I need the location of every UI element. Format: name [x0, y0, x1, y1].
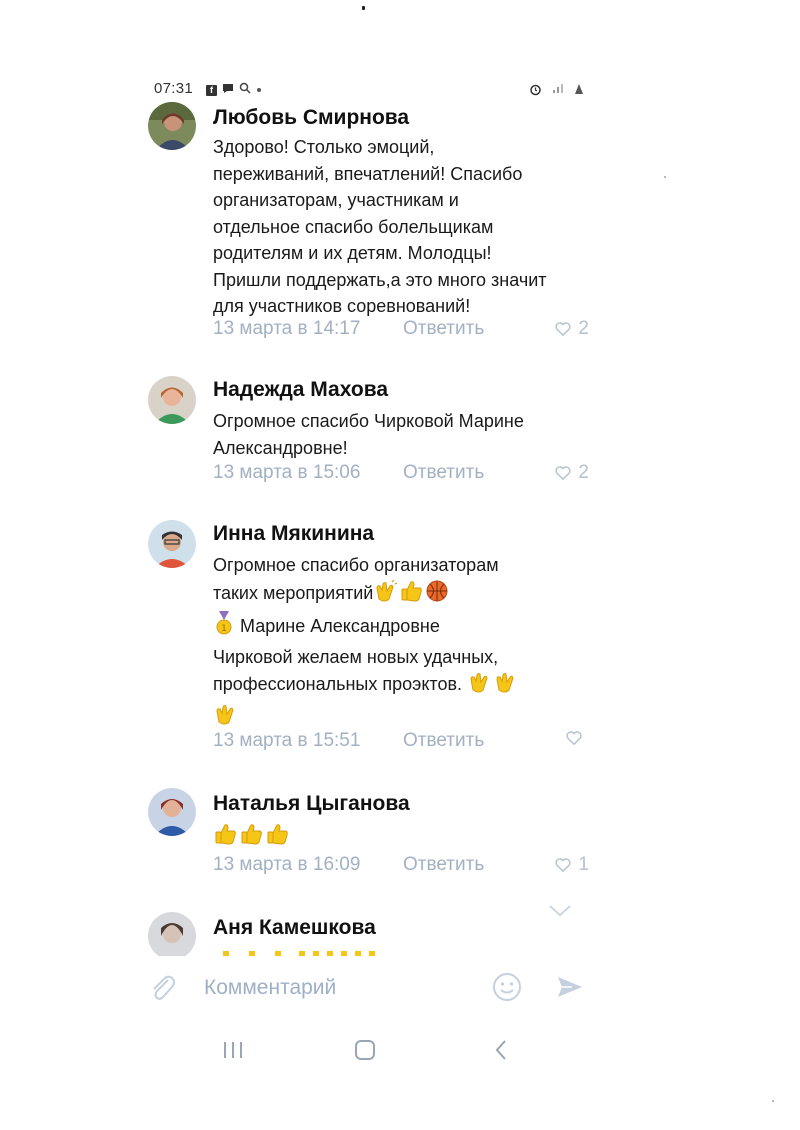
comment-text-line: таких мероприятий: [213, 579, 603, 611]
paperclip-icon[interactable]: [148, 972, 176, 1004]
thumbs-up-icon: [213, 822, 239, 854]
status-icons-right: [529, 82, 584, 100]
comment-text-partial: [213, 944, 413, 956]
comment-meta: 13 марта в 16:09 Ответить 1: [213, 854, 589, 880]
basketball-icon: [425, 579, 449, 611]
comment-meta: 13 марта в 14:17 Ответить 2: [213, 318, 589, 344]
search-icon: [239, 82, 251, 98]
comment-author[interactable]: Любовь Смирнова: [213, 106, 409, 130]
status-time: 07:31: [154, 80, 194, 97]
comment-text-line: Огромное спасибо организаторам: [213, 555, 499, 575]
comment-text-line: 1 Марине Александровне: [213, 610, 603, 644]
comment-date[interactable]: 13 марта в 15:51: [213, 730, 360, 752]
avatar[interactable]: [148, 102, 196, 150]
comment-date[interactable]: 13 марта в 15:06: [213, 462, 360, 484]
comment-item: Наталья Цыганова 13 марта в 16:09 Ответи…: [148, 788, 598, 888]
comment-text-segment: профессиональных проэктов.: [213, 674, 463, 694]
avatar[interactable]: [148, 788, 196, 836]
dot-icon: [256, 83, 262, 97]
back-icon[interactable]: [494, 1039, 508, 1061]
avatar[interactable]: [148, 520, 196, 568]
scan-speck: [362, 6, 365, 10]
comment-input[interactable]: [202, 972, 466, 1004]
recent-apps-icon[interactable]: [222, 1040, 244, 1060]
like-button[interactable]: 1: [554, 854, 589, 876]
avatar[interactable]: [148, 376, 196, 424]
reply-button[interactable]: Ответить: [403, 730, 484, 752]
alarm-icon: [529, 83, 542, 100]
comment-meta: 13 марта в 15:51 Ответить: [213, 730, 589, 756]
like-button[interactable]: 2: [554, 318, 589, 340]
comment-text-line: [213, 702, 603, 734]
smile-icon[interactable]: [492, 972, 522, 1002]
comment-item: Надежда Махова Огромное спасибо Чирковой…: [148, 376, 598, 496]
chat-icon: [222, 83, 234, 98]
comment-text: Огромное спасибо организаторам таких мер…: [213, 552, 603, 733]
facebook-icon: f: [206, 84, 217, 96]
like-count: 2: [578, 318, 589, 339]
signal-icon: [552, 82, 564, 100]
like-button[interactable]: [565, 730, 589, 746]
heart-icon: [566, 731, 582, 746]
comment-author[interactable]: Надежда Махова: [213, 378, 388, 402]
reply-button[interactable]: Ответить: [403, 318, 484, 340]
clapping-hands-icon: [213, 702, 239, 734]
home-icon[interactable]: [354, 1039, 376, 1061]
avatar[interactable]: [148, 912, 196, 956]
comment-text-segment: таких мероприятий: [213, 582, 374, 603]
comment-text: Огромное спасибо Чирковой Марине Алексан…: [213, 411, 524, 458]
comment-text-segment: Марине Александровне: [240, 616, 440, 636]
clapping-hands-icon: [373, 579, 399, 611]
comment-date[interactable]: 13 марта в 16:09: [213, 854, 360, 876]
reply-button[interactable]: Ответить: [403, 462, 484, 484]
comment-date[interactable]: 13 марта в 14:17: [213, 318, 360, 340]
thumbs-up-icon: [239, 822, 265, 854]
send-icon[interactable]: [556, 974, 584, 1000]
comment-item: Инна Мякинина Огромное спасибо организат…: [148, 520, 598, 760]
scan-dot: [664, 176, 666, 178]
comment-input-bar: [148, 968, 588, 1008]
reply-button[interactable]: Ответить: [403, 854, 484, 876]
status-icons-left: f: [206, 82, 262, 98]
clapping-hands-icon: [467, 670, 493, 702]
comment-text-line: Чирковой желаем новых удачных,: [213, 646, 499, 667]
heart-icon: [555, 322, 572, 337]
comment-text: [213, 822, 603, 854]
heart-icon: [555, 466, 572, 481]
clapping-hands-icon: [493, 670, 519, 702]
comment-item: Любовь Смирнова Здорово! Столько эмоций,…: [148, 100, 598, 350]
comment-text-line: профессиональных проэктов.: [213, 670, 603, 702]
comment-item: Аня Камешкова: [148, 912, 598, 956]
thumbs-up-icon: [399, 579, 425, 611]
like-count: 1: [578, 854, 589, 875]
like-count: 2: [578, 462, 589, 483]
comment-author[interactable]: Аня Камешкова: [213, 916, 376, 940]
thumbs-up-icon: [265, 822, 291, 854]
status-bar: 07:31 f: [154, 80, 584, 100]
heart-icon: [555, 858, 572, 873]
comment-author[interactable]: Инна Мякинина: [213, 522, 374, 546]
scan-dot: [772, 1100, 774, 1102]
medal-icon: 1: [213, 610, 235, 644]
system-nav-bar: [210, 1038, 510, 1064]
svg-text:1: 1: [221, 624, 227, 634]
battery-icon: [574, 83, 584, 99]
comment-meta: 13 марта в 15:06 Ответить 2: [213, 462, 589, 488]
comment-author[interactable]: Наталья Цыганова: [213, 792, 410, 816]
comment-text: Здорово! Столько эмоций, переживаний, вп…: [213, 137, 547, 316]
like-button[interactable]: 2: [554, 462, 589, 484]
